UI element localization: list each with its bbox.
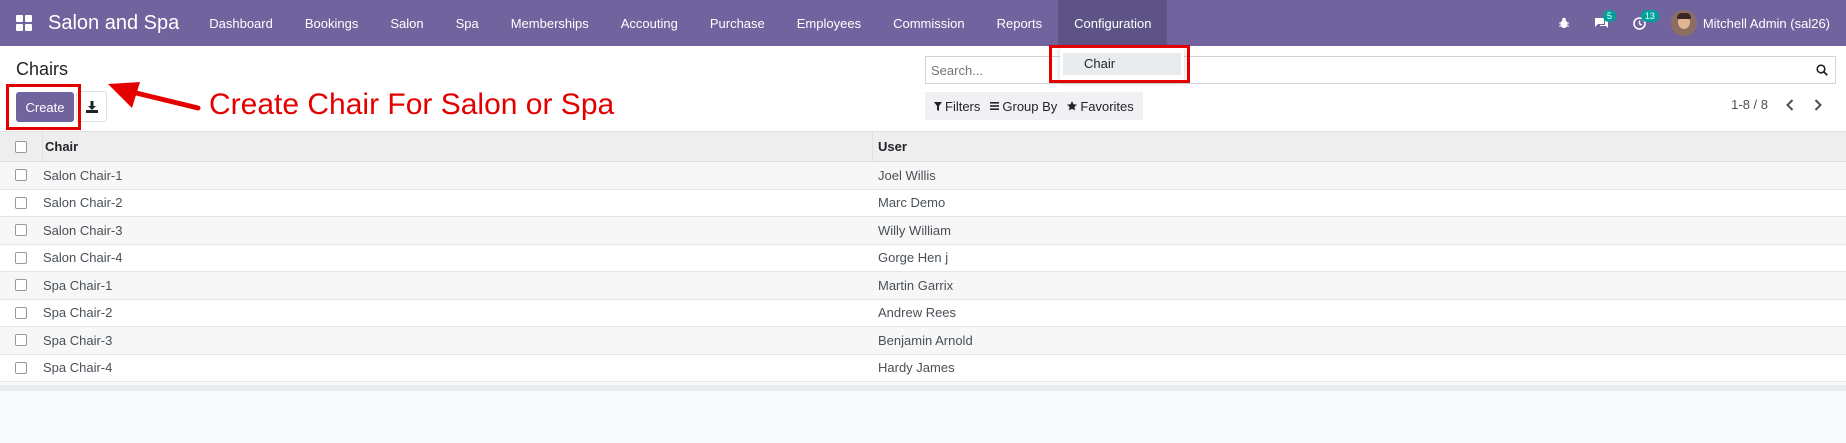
- row-checkbox[interactable]: [15, 334, 27, 347]
- menu-spa[interactable]: Spa: [440, 0, 495, 46]
- row-checkbox[interactable]: [15, 224, 27, 237]
- cell-chair: Salon Chair-4: [43, 250, 123, 266]
- cell-user: Willy William: [878, 222, 951, 238]
- table-row[interactable]: Spa Chair-3 Benjamin Arnold: [0, 327, 1846, 355]
- page-title: Chairs: [16, 59, 69, 79]
- cell-chair: Spa Chair-3: [43, 332, 113, 348]
- messages-count-badge: 5: [1602, 10, 1616, 22]
- cell-chair: Salon Chair-2: [43, 195, 123, 211]
- group-by-button[interactable]: Group By: [985, 99, 1062, 114]
- row-checkbox[interactable]: [15, 196, 27, 209]
- table-row[interactable]: Salon Chair-4 Gorge Hen j: [0, 245, 1846, 272]
- menu-reports[interactable]: Reports: [981, 0, 1059, 46]
- cell-user: Andrew Rees: [878, 305, 957, 321]
- messages-icon[interactable]: 5: [1583, 0, 1621, 46]
- annotation-text: Create Chair For Salon or Spa: [209, 88, 615, 121]
- activity-clock-icon[interactable]: 13: [1621, 0, 1659, 46]
- annotation-arrow-icon: [108, 82, 201, 111]
- table-header: Chair User: [0, 131, 1846, 162]
- select-all-checkbox[interactable]: [15, 140, 27, 153]
- row-checkbox[interactable]: [15, 361, 27, 374]
- avatar: [1670, 10, 1697, 36]
- cell-user: Martin Garrix: [878, 277, 954, 293]
- cell-chair: Salon Chair-3: [43, 222, 123, 238]
- filters-button[interactable]: Filters: [929, 99, 985, 114]
- table-footer: [0, 385, 1846, 391]
- search-icon[interactable]: [1809, 57, 1835, 83]
- activities-count-badge: 13: [1640, 10, 1659, 22]
- cell-user: Joel Willis: [878, 167, 936, 183]
- navbar-systray: 5 13 Mitchell Admin (sal26): [1545, 0, 1846, 46]
- group-by-label: Group By: [1002, 98, 1058, 114]
- pager-previous-icon[interactable]: [1780, 93, 1800, 117]
- annotation-highlight-chair-menu: [1049, 45, 1190, 83]
- chairs-table: Chair User Salon Chair-1 Joel Willis Sal…: [0, 131, 1846, 382]
- user-name: Mitchell Admin (sal26): [1702, 15, 1830, 31]
- pager-value[interactable]: 1-8 / 8: [1731, 97, 1768, 112]
- filter-icon: [934, 101, 942, 111]
- table-body: Salon Chair-1 Joel Willis Salon Chair-2 …: [0, 162, 1846, 382]
- menu-commission[interactable]: Commission: [877, 0, 981, 46]
- menu-purchase[interactable]: Purchase: [694, 0, 781, 46]
- annotation-highlight-create: [6, 84, 81, 130]
- menu-configuration[interactable]: Configuration: [1058, 0, 1168, 46]
- filters-label: Filters: [945, 98, 981, 114]
- menu-accouting[interactable]: Accouting: [605, 0, 694, 46]
- cell-user: Gorge Hen j: [878, 250, 949, 266]
- cell-chair: Spa Chair-4: [43, 360, 113, 376]
- row-checkbox[interactable]: [15, 169, 27, 182]
- cell-user: Hardy James: [878, 360, 955, 376]
- star-icon: [1067, 101, 1078, 111]
- table-row[interactable]: Spa Chair-4 Hardy James: [0, 355, 1846, 382]
- list-icon: [990, 102, 1000, 110]
- cell-chair: Salon Chair-1: [43, 167, 123, 183]
- row-checkbox[interactable]: [15, 279, 27, 292]
- cell-user: Benjamin Arnold: [878, 332, 973, 348]
- table-row[interactable]: Salon Chair-3 Willy William: [0, 217, 1846, 245]
- column-header-chair[interactable]: Chair: [42, 131, 872, 162]
- download-icon: [85, 100, 98, 113]
- cell-chair: Spa Chair-2: [43, 305, 113, 321]
- bug-icon[interactable]: [1545, 0, 1583, 46]
- row-checkbox[interactable]: [15, 251, 27, 264]
- menu-dashboard[interactable]: Dashboard: [193, 0, 289, 46]
- apps-menu-icon[interactable]: [0, 0, 48, 46]
- row-checkbox[interactable]: [15, 306, 27, 319]
- menu-bookings[interactable]: Bookings: [289, 0, 374, 46]
- cell-user: Marc Demo: [878, 195, 946, 211]
- cell-chair: Spa Chair-1: [43, 277, 113, 293]
- favorites-label: Favorites: [1080, 98, 1134, 114]
- app-brand[interactable]: Salon and Spa: [48, 12, 193, 35]
- table-row[interactable]: Salon Chair-2 Marc Demo: [0, 190, 1846, 217]
- menu-employees[interactable]: Employees: [781, 0, 877, 46]
- table-row[interactable]: Spa Chair-2 Andrew Rees: [0, 300, 1846, 327]
- menu-salon[interactable]: Salon: [374, 0, 439, 46]
- user-menu[interactable]: Mitchell Admin (sal26): [1659, 10, 1846, 36]
- pager-next-icon[interactable]: [1808, 93, 1828, 117]
- search-options-bar: Filters Group By Favorites: [925, 92, 1143, 120]
- menu-memberships[interactable]: Memberships: [495, 0, 605, 46]
- top-navbar: Salon and Spa Dashboard Bookings Salon S…: [0, 0, 1846, 46]
- favorites-button[interactable]: Favorites: [1062, 99, 1138, 114]
- column-header-user[interactable]: User: [872, 131, 907, 162]
- table-row[interactable]: Salon Chair-1 Joel Willis: [0, 162, 1846, 190]
- table-row[interactable]: Spa Chair-1 Martin Garrix: [0, 272, 1846, 300]
